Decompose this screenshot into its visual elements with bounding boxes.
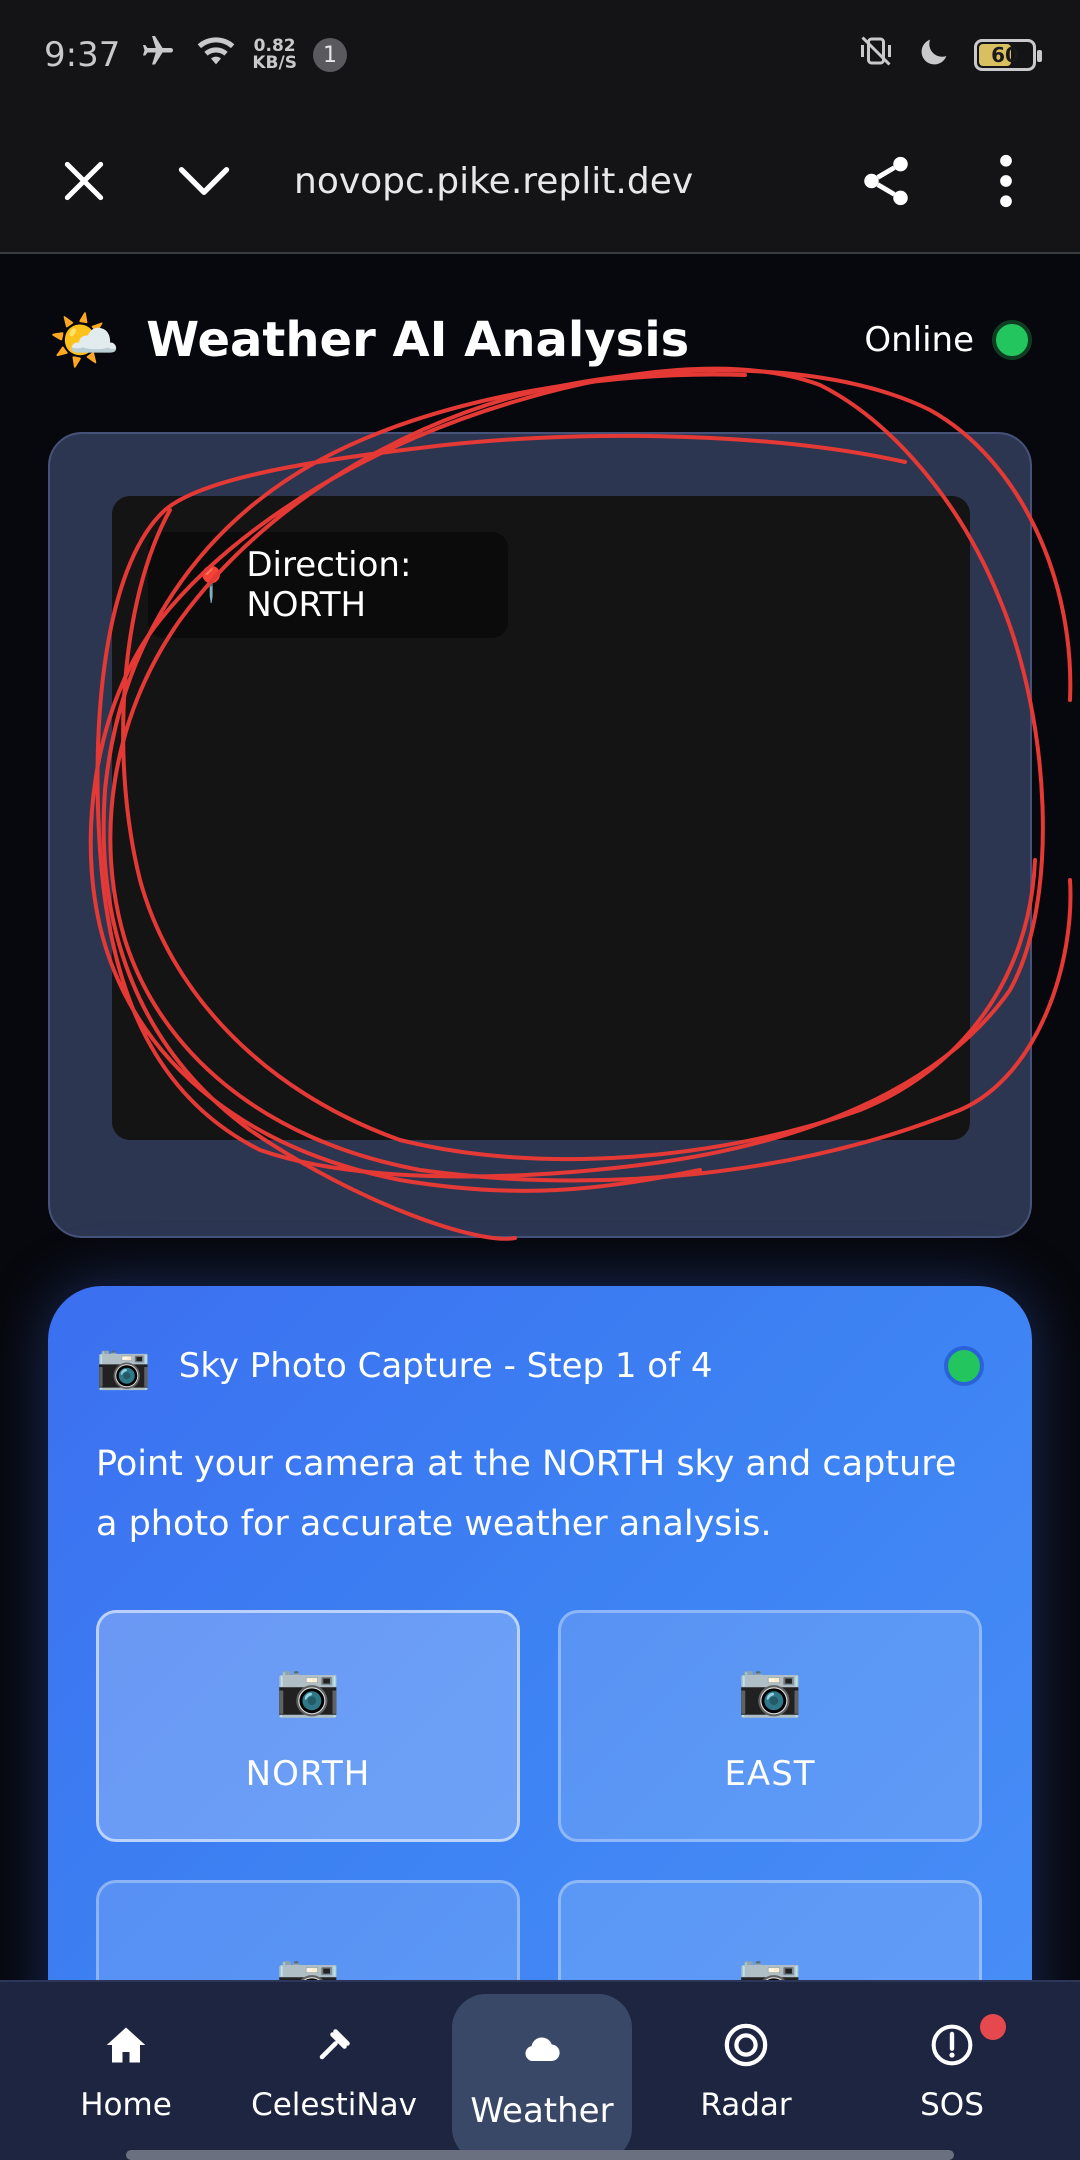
capture-status-dot	[944, 1346, 984, 1386]
minimize-button[interactable]	[144, 121, 264, 241]
pin-icon: 📍	[190, 565, 233, 605]
notification-badge: 1	[312, 38, 347, 72]
sos-notification-dot	[980, 2014, 1006, 2040]
capture-header: 📷 Sky Photo Capture - Step 1 of 4	[96, 1334, 984, 1398]
home-icon	[105, 2021, 147, 2069]
gesture-bar[interactable]	[126, 2150, 954, 2160]
radar-icon	[723, 2021, 769, 2069]
nav-item-celestinav[interactable]: CelestiNav	[244, 1982, 424, 2160]
app-header: 🌤️ Weather AI Analysis Online	[48, 290, 1032, 390]
nav-item-sos[interactable]: SOS	[862, 1982, 1042, 2160]
cloud-icon	[524, 2025, 560, 2073]
moon-icon	[918, 34, 952, 77]
camera-preview-card: 📍 Direction: NORTH	[48, 432, 1032, 1238]
direction-label: Direction: NORTH	[246, 545, 412, 625]
app-screen: 9:37 0.82 KB/S 1 60 novopc.pike.replit.d…	[0, 0, 1080, 2160]
nav-item-home[interactable]: Home	[36, 1982, 216, 2160]
camera-viewfinder[interactable]: 📍 Direction: NORTH	[112, 496, 970, 1140]
nav-item-radar[interactable]: Radar	[656, 1982, 836, 2160]
nav-label: SOS	[920, 2087, 984, 2123]
net-speed-unit: KB/S	[252, 53, 297, 73]
camera-icon: 📷	[275, 1659, 341, 1720]
share-icon	[864, 156, 908, 206]
direction-button-north[interactable]: 📷 NORTH	[96, 1610, 520, 1842]
bottom-nav: Home CelestiNav Weather Radar SOS	[0, 1980, 1080, 2160]
sextant-icon	[316, 2021, 352, 2069]
capture-title: Sky Photo Capture - Step 1 of 4	[178, 1346, 713, 1386]
nav-item-weather[interactable]: Weather	[452, 1994, 632, 2160]
capture-description: Point your camera at the NORTH sky and c…	[96, 1444, 957, 1544]
nav-label: CelestiNav	[251, 2087, 417, 2123]
clock: 9:37	[44, 35, 121, 75]
chevron-down-icon	[178, 167, 230, 195]
direction-label: NORTH	[245, 1753, 371, 1794]
nav-label: Radar	[700, 2087, 792, 2123]
wifi-icon	[196, 34, 236, 77]
net-speed: 0.82 KB/S	[252, 38, 297, 72]
battery-level: 60	[991, 43, 1019, 67]
airplane-icon	[136, 33, 180, 78]
more-vert-icon	[1000, 154, 1012, 208]
direction-button-east[interactable]: 📷 EAST	[558, 1610, 982, 1842]
status-label: Online	[864, 320, 974, 360]
close-icon	[64, 161, 104, 201]
url-text[interactable]: novopc.pike.replit.dev	[264, 161, 826, 202]
status-dot	[992, 320, 1032, 360]
direction-chip: 📍 Direction: NORTH	[148, 532, 508, 638]
share-button[interactable]	[826, 121, 946, 241]
camera-icon: 📷	[96, 1341, 151, 1392]
connection-status: Online	[864, 320, 1032, 360]
direction-label: EAST	[724, 1753, 816, 1794]
vibrate-off-icon	[856, 33, 896, 78]
browser-toolbar: novopc.pike.replit.dev	[0, 110, 1080, 254]
camera-icon: 📷	[737, 1659, 803, 1720]
nav-label: Home	[80, 2087, 172, 2123]
page-title: Weather AI Analysis	[146, 312, 690, 368]
battery-icon: 60	[974, 39, 1042, 71]
more-options-button[interactable]	[946, 121, 1066, 241]
status-bar: 9:37 0.82 KB/S 1 60	[0, 0, 1080, 110]
sun-cloud-icon: 🌤️	[48, 305, 121, 374]
alert-icon	[930, 2021, 974, 2069]
nav-label: Weather	[470, 2091, 614, 2131]
close-tab-button[interactable]	[24, 121, 144, 241]
